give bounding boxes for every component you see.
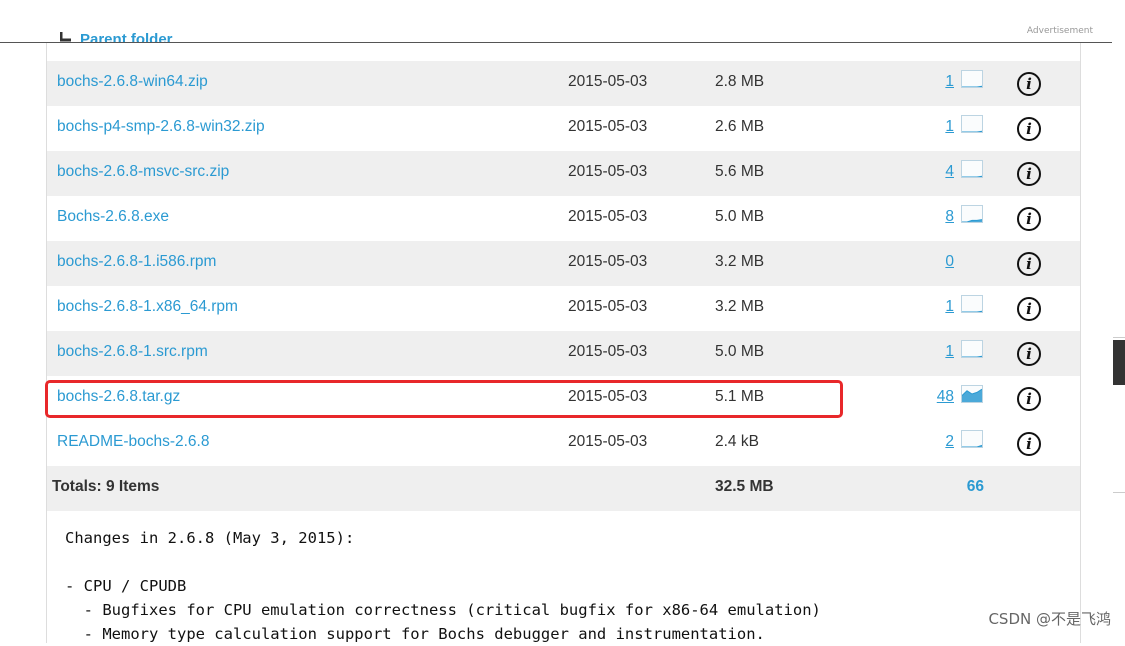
file-date: 2015-05-03 [568, 208, 648, 225]
file-row: Bochs-2.6.8.exe 2015-05-03 5.0 MB 8 i [47, 196, 1080, 241]
file-size: 2.6 MB [715, 118, 765, 135]
file-size: 5.0 MB [715, 208, 765, 225]
file-name-link[interactable]: bochs-2.6.8-msvc-src.zip [57, 163, 229, 181]
totals-size: 32.5 MB [715, 478, 774, 495]
file-size: 2.4 kB [715, 433, 759, 450]
totals-row: Totals: 9 Items 32.5 MB 66 [47, 466, 1080, 511]
download-count-link[interactable]: 8 [945, 208, 954, 226]
info-icon[interactable]: i [1017, 342, 1041, 366]
download-count-link[interactable]: 2 [945, 433, 954, 451]
file-size: 5.1 MB [715, 388, 765, 405]
file-date: 2015-05-03 [568, 73, 648, 90]
info-icon[interactable]: i [1017, 297, 1041, 321]
file-row: bochs-2.6.8-msvc-src.zip 2015-05-03 5.6 MB… [47, 151, 1080, 196]
advertisement-label: Advertisement [1026, 26, 1093, 36]
file-name-link[interactable]: README-bochs-2.6.8 [57, 433, 209, 451]
file-name-link[interactable]: Bochs-2.6.8.exe [57, 208, 169, 226]
folder-up-icon [60, 30, 74, 42]
info-icon[interactable]: i [1017, 252, 1041, 276]
download-sparkline-icon[interactable] [961, 295, 983, 313]
file-size: 3.2 MB [715, 298, 765, 315]
file-row: bochs-2.6.8-1.src.rpm 2015-05-03 5.0 MB 1 i [47, 331, 1080, 376]
file-name-link[interactable]: bochs-2.6.8-1.src.rpm [57, 343, 208, 361]
download-count-link[interactable]: 0 [945, 253, 954, 271]
download-count-link[interactable]: 1 [945, 298, 954, 316]
download-sparkline-icon[interactable] [961, 115, 983, 133]
download-sparkline-icon[interactable] [961, 70, 983, 88]
file-row: bochs-2.6.8-1.i586.rpm 2015-05-03 3.2 MB 0 i [47, 241, 1080, 286]
file-date: 2015-05-03 [568, 298, 648, 315]
file-size: 5.6 MB [715, 163, 765, 180]
watermark: CSDN @不是飞鸿 [988, 610, 1111, 628]
file-name-link[interactable]: bochs-p4-smp-2.6.8-win32.zip [57, 118, 265, 136]
scrollbar-track-mark [1113, 492, 1125, 493]
download-sparkline-icon[interactable] [961, 340, 983, 358]
scrollbar-thumb[interactable] [1113, 340, 1125, 385]
notes-section: - CPU / CPUDB [65, 577, 187, 595]
notes-line: - Bugfixes for CPU emulation correctness… [65, 601, 821, 619]
parent-folder-link[interactable]: Parent folder [60, 30, 173, 42]
file-size: 2.8 MB [715, 73, 765, 90]
file-row: bochs-2.6.8-1.x86_64.rpm 2015-05-03 3.2 MB… [47, 286, 1080, 331]
notes-line: - Memory type calculation support for Bo… [65, 625, 765, 643]
download-sparkline-icon[interactable] [961, 430, 983, 448]
file-row: bochs-2.6.8-win64.zip 2015-05-03 2.8 MB 1 i [47, 61, 1080, 106]
info-icon[interactable]: i [1017, 162, 1041, 186]
totals-downloads: 66 [966, 478, 984, 495]
download-count-link[interactable]: 1 [945, 73, 954, 91]
info-icon[interactable]: i [1017, 72, 1041, 96]
download-count-link[interactable]: 1 [945, 118, 954, 136]
file-date: 2015-05-03 [568, 343, 648, 360]
file-row: bochs-p4-smp-2.6.8-win32.zip 2015-05-03 2.… [47, 106, 1080, 151]
download-count-link[interactable]: 48 [937, 388, 954, 406]
download-sparkline-icon[interactable] [961, 205, 983, 223]
info-icon[interactable]: i [1017, 432, 1041, 456]
file-name-link[interactable]: bochs-2.6.8.tar.gz [57, 388, 180, 406]
notes-heading: Changes in 2.6.8 (May 3, 2015): [65, 529, 355, 547]
file-date: 2015-05-03 [568, 253, 648, 270]
file-date: 2015-05-03 [568, 163, 648, 180]
download-sparkline-icon[interactable] [961, 160, 983, 178]
file-row: README-bochs-2.6.8 2015-05-03 2.4 kB 2 i [47, 421, 1080, 466]
parent-folder-label: Parent folder [80, 31, 173, 42]
info-icon[interactable]: i [1017, 387, 1041, 411]
file-date: 2015-05-03 [568, 388, 648, 405]
file-size: 3.2 MB [715, 253, 765, 270]
download-count-link[interactable]: 1 [945, 343, 954, 361]
file-row: bochs-2.6.8.tar.gz 2015-05-03 5.1 MB 48 i [47, 376, 1080, 421]
file-name-link[interactable]: bochs-2.6.8-1.i586.rpm [57, 253, 216, 271]
totals-label: Totals: 9 Items [52, 478, 160, 495]
release-notes: Changes in 2.6.8 (May 3, 2015): - CPU / … [65, 526, 821, 646]
file-date: 2015-05-03 [568, 433, 648, 450]
file-name-link[interactable]: bochs-2.6.8-1.x86_64.rpm [57, 298, 238, 316]
download-count-link[interactable]: 4 [945, 163, 954, 181]
file-date: 2015-05-03 [568, 118, 648, 135]
file-name-link[interactable]: bochs-2.6.8-win64.zip [57, 73, 208, 91]
download-sparkline-icon[interactable] [961, 385, 983, 403]
info-icon[interactable]: i [1017, 207, 1041, 231]
scrollbar-track-mark [1113, 337, 1125, 338]
file-size: 5.0 MB [715, 343, 765, 360]
info-icon[interactable]: i [1017, 117, 1041, 141]
